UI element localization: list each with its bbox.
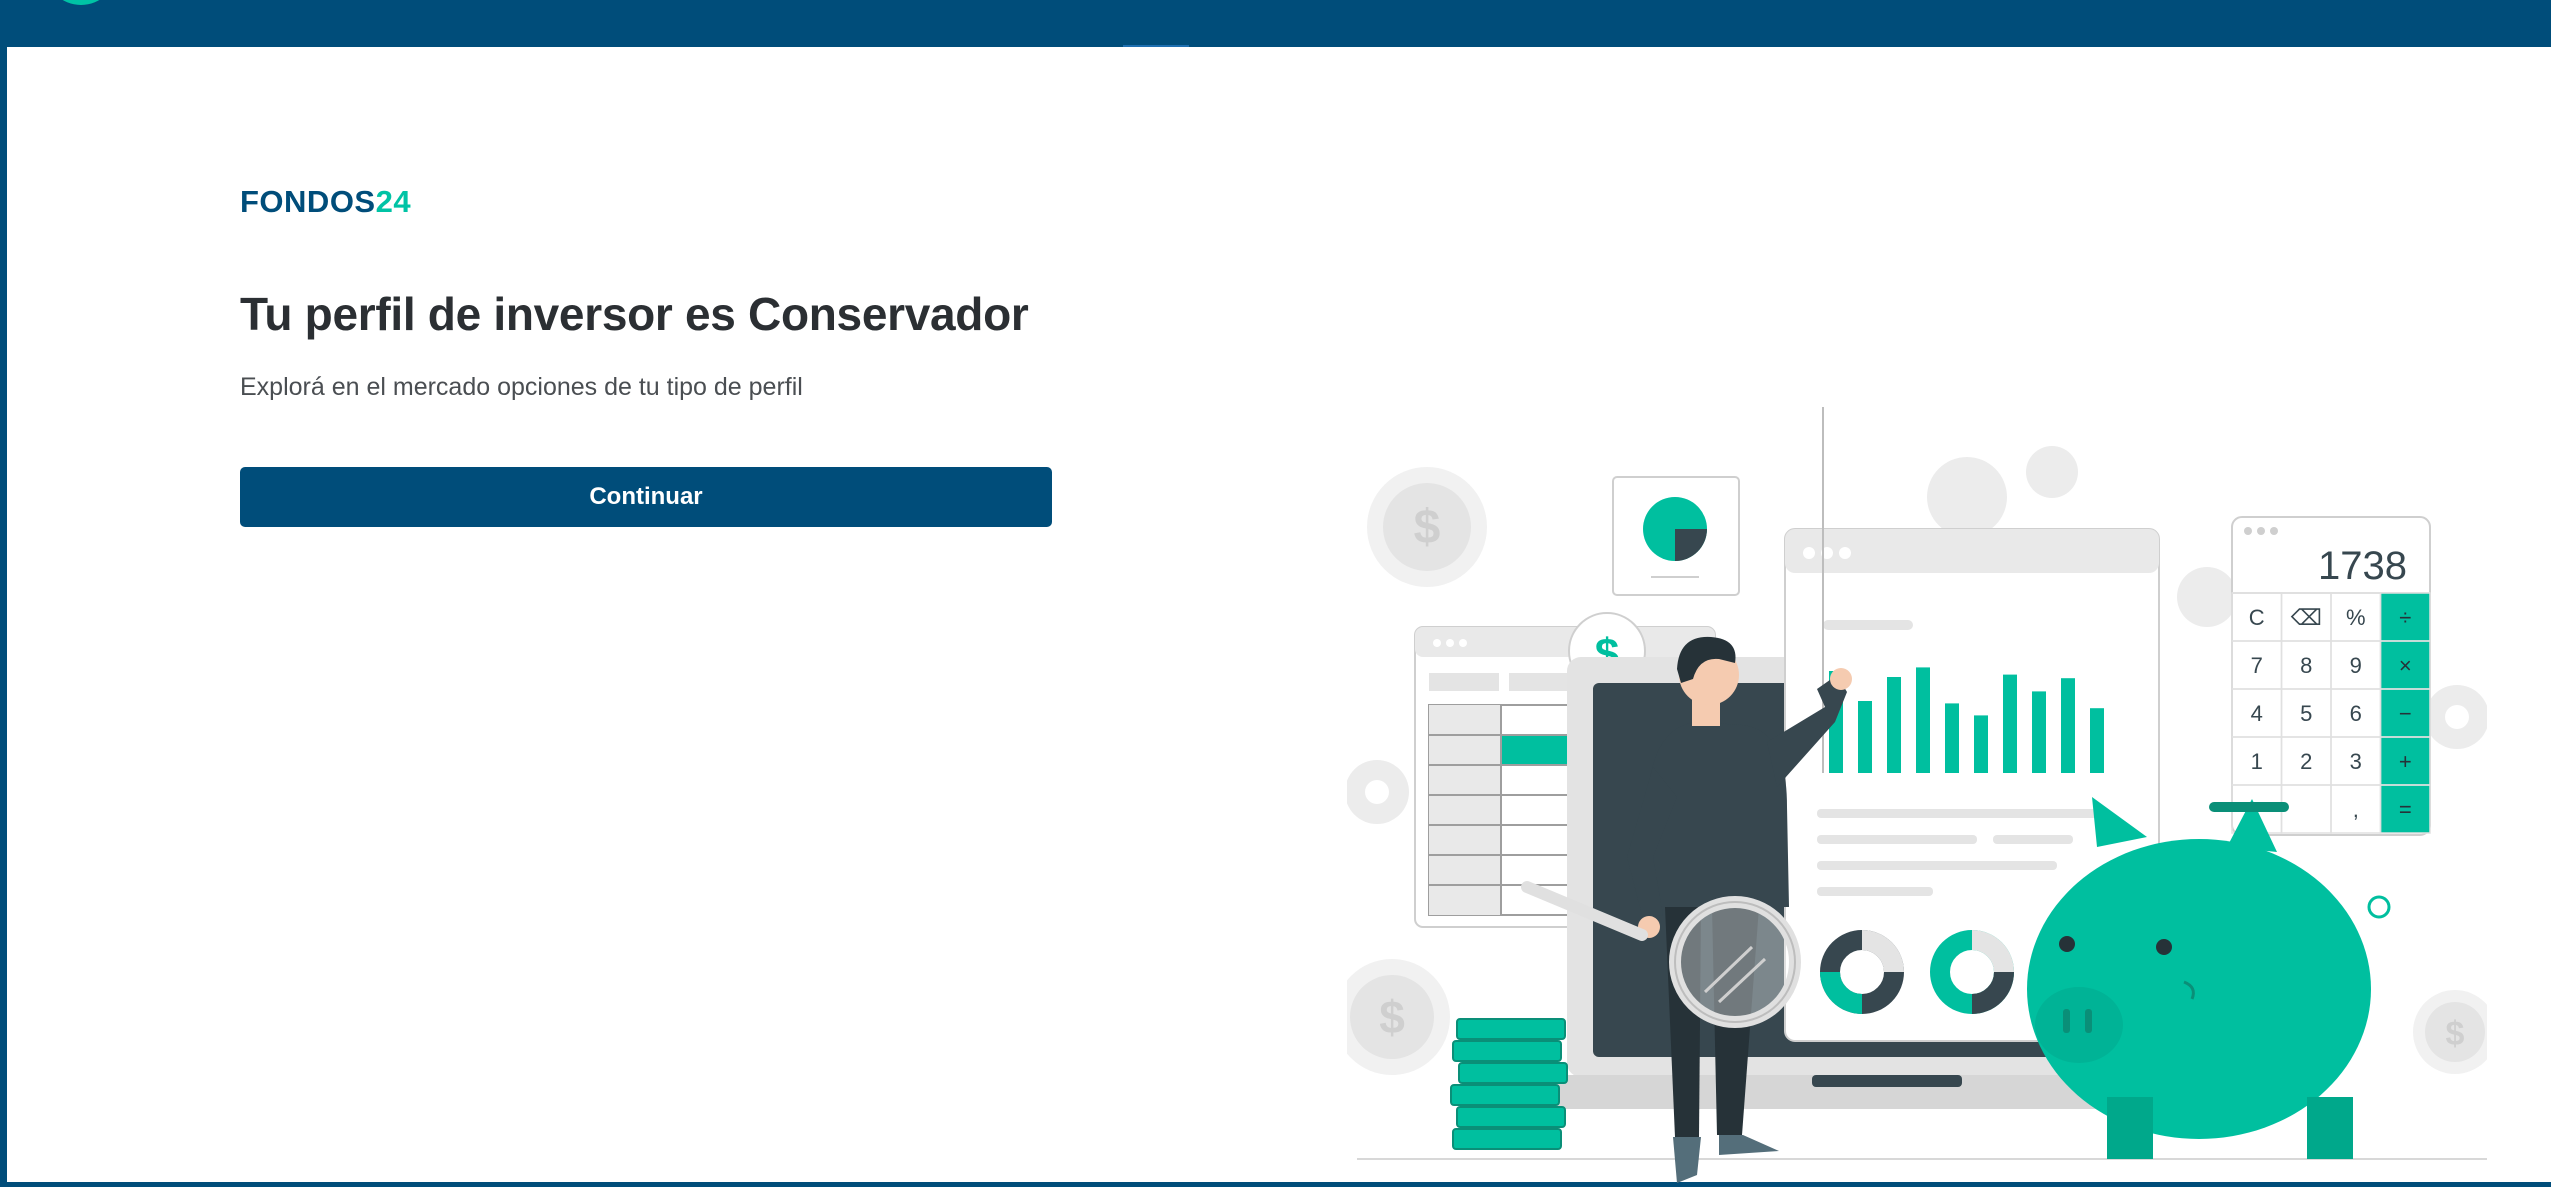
main-panel: FONDOS24 Tu perfil de inversor es Conser… (7, 47, 2551, 1183)
investment-illustration: $ $ $ $ 1738 C ⌫ % ÷7 8 9 ×4 5 6 −1 2 3 … (1347, 407, 2487, 1183)
background-coin-icon: $ (1347, 959, 1450, 1075)
svg-text:$: $ (1379, 991, 1405, 1043)
calculator-key-label: 9 (2350, 653, 2362, 678)
calculator: 1738 C ⌫% ÷ 7 8 9 × 4 5 6 − 1 2 3 +, = (2231, 516, 2431, 836)
calculator-display: 1738 (2318, 544, 2407, 588)
calculator-key-label: = (2399, 797, 2412, 822)
calculator-key-label: 5 (2300, 701, 2312, 726)
calculator-key-label: % (2346, 605, 2366, 630)
chart-bar (1945, 703, 1959, 773)
calculator-key-label: 1 (2251, 749, 2263, 774)
calculator-key-label: + (2399, 749, 2412, 774)
page-subtitle: Explorá en el mercado opciones de tu tip… (240, 373, 803, 401)
chart-bar (2061, 678, 2075, 773)
svg-text:$: $ (1414, 501, 1441, 554)
brand-logo-number: 24 (375, 184, 412, 219)
calculator-key-label: C (2249, 605, 2265, 630)
calculator-key-label: ⌫ (2291, 605, 2322, 630)
brand-logo-text: FONDOS (240, 184, 376, 219)
page-title: Tu perfil de inversor es Conservador (240, 288, 1029, 340)
chart-bar (2090, 708, 2104, 773)
calculator-key-label: 6 (2350, 701, 2362, 726)
coin-stack (1450, 1018, 1568, 1150)
chart-bar (1916, 667, 1930, 773)
top-bar (0, 0, 2551, 50)
calculator-key-label: 3 (2350, 749, 2362, 774)
calculator-key-label: 2 (2300, 749, 2312, 774)
calculator-key-label: ÷ (2399, 605, 2411, 630)
svg-text:$: $ (2446, 1015, 2465, 1053)
brand-circle-decoration (45, 0, 117, 5)
chart-bar (1858, 701, 1872, 773)
continue-button[interactable]: Continuar (240, 467, 1052, 527)
chart-bar (1887, 677, 1901, 773)
brand-logo: FONDOS24 (240, 184, 411, 220)
calculator-key-label: × (2399, 653, 2412, 678)
pie-chart-card (1612, 476, 1740, 596)
background-coin-icon: $ (2413, 990, 2487, 1074)
chart-bar (1974, 715, 1988, 773)
background-coin-icon: $ (1367, 467, 1487, 587)
calculator-key-label: − (2399, 701, 2412, 726)
calculator-key-label: 7 (2251, 653, 2263, 678)
calculator-key-label: , (2353, 797, 2359, 822)
calculator-key-label: 8 (2300, 653, 2312, 678)
calculator-key-label: 4 (2251, 701, 2263, 726)
chart-bar (2003, 674, 2017, 773)
chart-bar (2032, 691, 2046, 773)
